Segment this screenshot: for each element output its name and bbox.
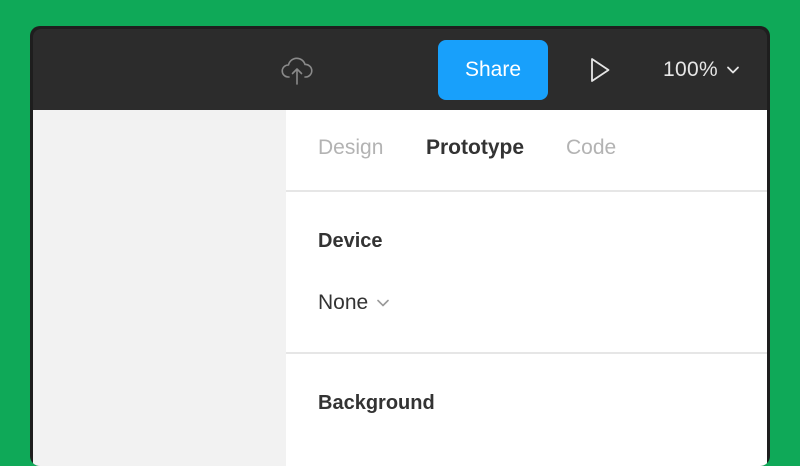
tab-prototype[interactable]: Prototype bbox=[426, 136, 524, 160]
tab-design[interactable]: Design bbox=[318, 136, 383, 160]
background-section-title: Background bbox=[318, 392, 435, 414]
chevron-down-icon bbox=[727, 66, 739, 74]
toolbar: Share 100% bbox=[33, 29, 767, 110]
properties-panel: Design Prototype Code Device None Backgr… bbox=[286, 110, 767, 466]
tab-code[interactable]: Code bbox=[566, 136, 616, 160]
cloud-upload-icon bbox=[281, 57, 313, 85]
section-divider bbox=[286, 352, 767, 354]
zoom-dropdown[interactable]: 100% bbox=[663, 55, 740, 85]
cloud-upload-button[interactable] bbox=[279, 53, 315, 89]
device-dropdown[interactable]: None bbox=[318, 291, 390, 315]
share-button[interactable]: Share bbox=[438, 40, 548, 100]
device-section-title: Device bbox=[318, 230, 383, 252]
app-window: Share 100% Design Prototype Code Device … bbox=[30, 26, 770, 466]
device-value: None bbox=[318, 291, 369, 314]
canvas-area[interactable] bbox=[33, 110, 286, 466]
chevron-down-icon bbox=[377, 299, 390, 307]
play-icon bbox=[591, 58, 610, 82]
present-button[interactable] bbox=[585, 55, 615, 85]
panel-tabs: Design Prototype Code bbox=[286, 110, 767, 192]
zoom-value: 100% bbox=[663, 58, 718, 81]
